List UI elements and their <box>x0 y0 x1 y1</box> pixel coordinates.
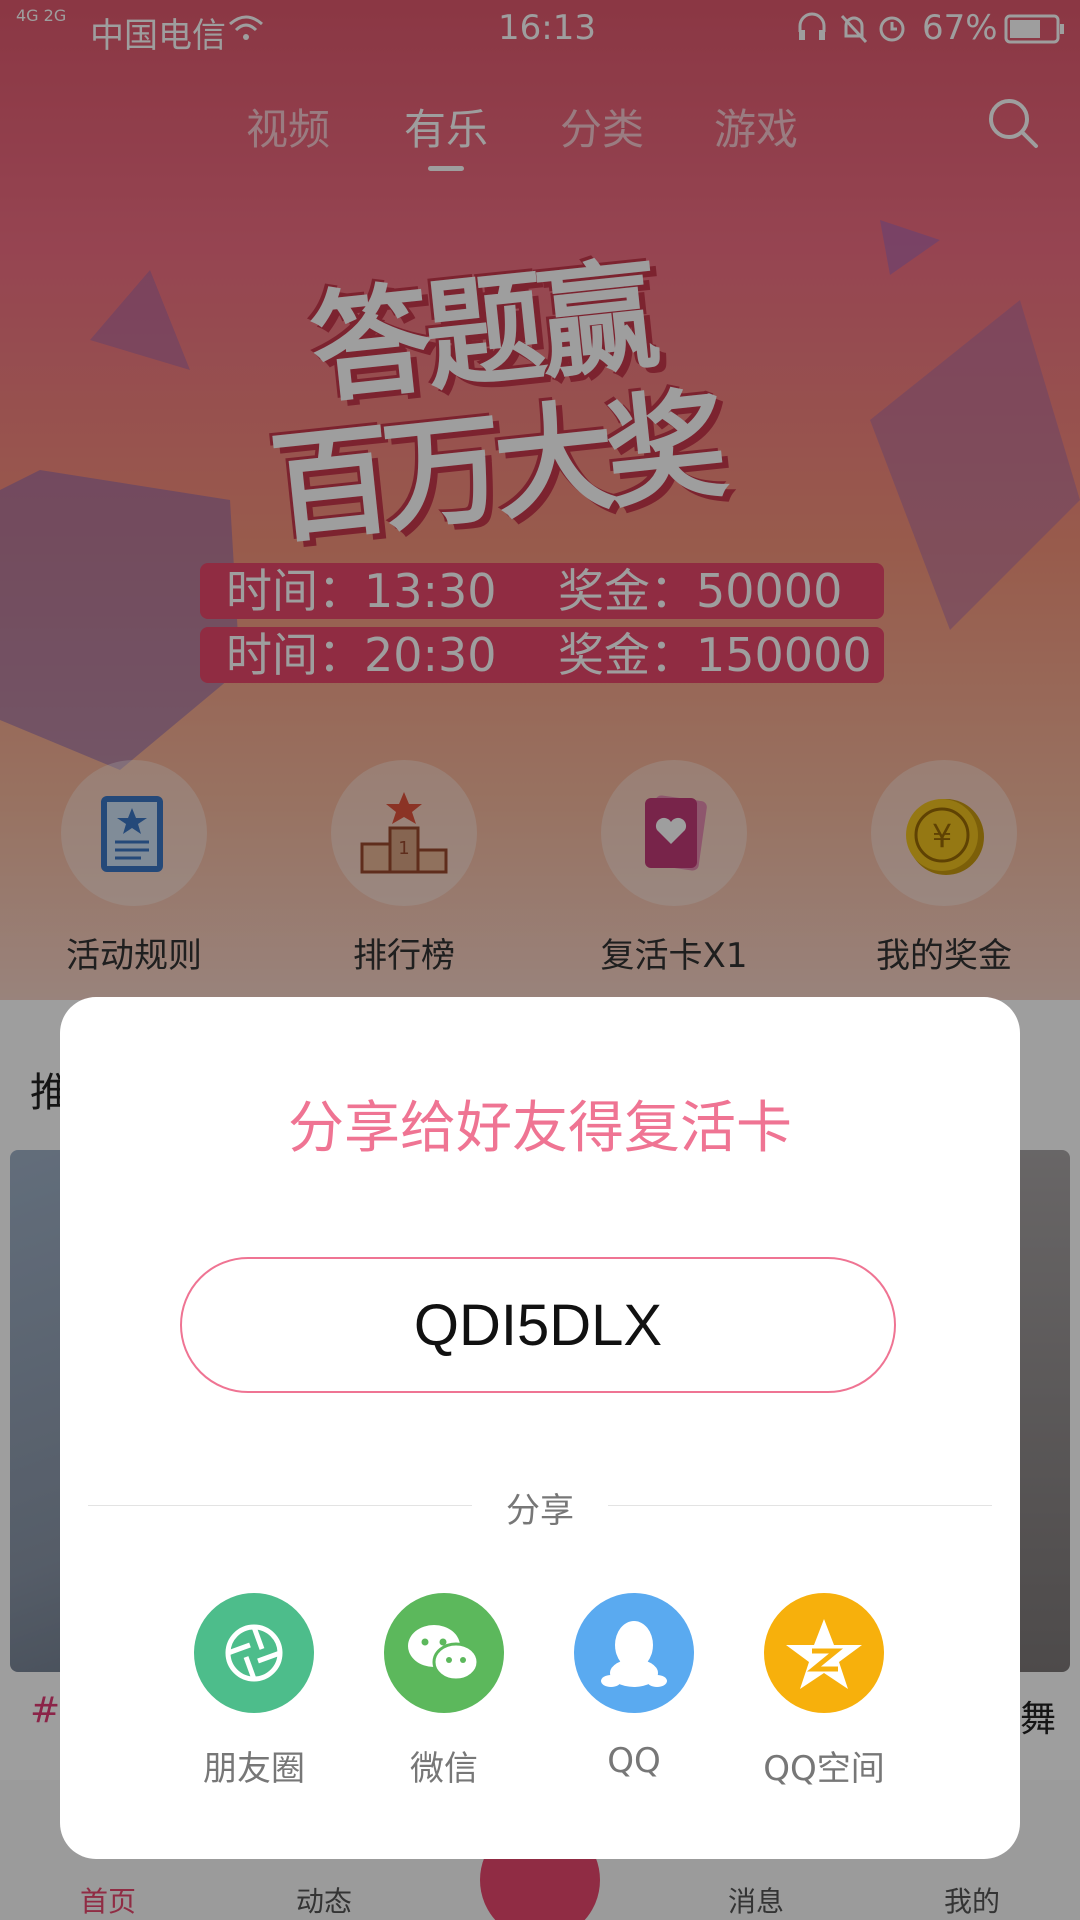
share-qzone-button[interactable]: QQ空间 <box>754 1593 894 1790</box>
dialog-title: 分享给好友得复活卡 <box>288 1096 792 1161</box>
share-qq-button[interactable]: QQ <box>564 1593 704 1781</box>
share-label: 微信 <box>410 1749 478 1789</box>
qzone-icon <box>764 1593 884 1713</box>
divider-right <box>608 1505 992 1506</box>
share-wechat-button[interactable]: 微信 <box>374 1593 514 1790</box>
moments-icon <box>194 1593 314 1713</box>
share-moments-button[interactable]: 朋友圈 <box>184 1593 324 1790</box>
invite-code-box[interactable]: QDI5DLX <box>180 1257 896 1393</box>
share-dialog: 分享给好友得复活卡 QDI5DLX 分享 朋友圈 微信 QQ QQ空间 <box>60 997 1020 1859</box>
qq-icon <box>574 1593 694 1713</box>
share-section-label: 分享 <box>506 1491 574 1531</box>
share-label: QQ <box>607 1741 661 1781</box>
share-label: QQ空间 <box>763 1749 885 1789</box>
share-label: 朋友圈 <box>203 1749 305 1789</box>
wechat-icon <box>384 1593 504 1713</box>
